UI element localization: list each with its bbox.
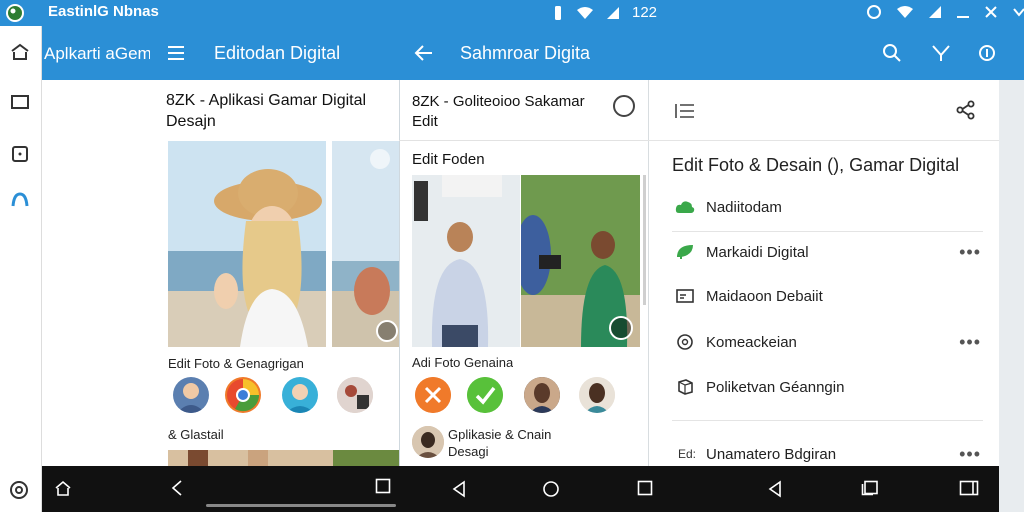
app1-bottom-label: & Glastail [168, 427, 224, 442]
chrome-like-app-icon[interactable] [225, 377, 261, 413]
avatar-5[interactable] [579, 377, 615, 413]
app-logo-icon [6, 4, 24, 22]
nav-back-icon-1[interactable] [170, 479, 184, 497]
drawer-right-edge [999, 80, 1024, 512]
more-options-icon[interactable]: ••• [959, 332, 981, 353]
nav-recents-icon-2[interactable] [637, 480, 653, 496]
drawer-item-label: Nadiitodam [706, 198, 782, 216]
drawer-item[interactable]: Nadiitodam [648, 184, 999, 230]
app2-card-action-icon[interactable] [613, 95, 635, 117]
settings-rail-icon[interactable] [8, 479, 30, 501]
app1-header-title: Editodan Digital [214, 43, 341, 63]
nav-recents-icon-1[interactable] [375, 478, 391, 494]
nav-back-icon-2[interactable] [451, 480, 467, 498]
nav-window-icon[interactable] [861, 480, 879, 496]
status-icons-middle: 122 [552, 4, 657, 21]
status-bar-title: EastinlG Nbnas [48, 3, 159, 20]
leaf-icon [674, 241, 696, 263]
nav-bar [42, 466, 999, 512]
app2-profile-avatar[interactable] [412, 426, 444, 458]
wifi-icon [897, 6, 913, 18]
creative-rail-icon[interactable] [10, 190, 30, 210]
app2-image-action-icon[interactable] [609, 316, 633, 340]
signal-icon [929, 6, 941, 18]
app1-overlay-badge-icon[interactable] [370, 149, 390, 169]
app1-card-title: 8ZK - Aplikasi Gamar Digital Desajn [166, 92, 367, 130]
status-time: 122 [632, 4, 658, 21]
home-rail-icon[interactable] [10, 42, 30, 62]
drawer-separator [672, 420, 983, 421]
app2-section-title: Edit Foden [412, 151, 485, 168]
drawer-item[interactable]: Markaidi Digital ••• [648, 229, 999, 275]
cube-icon [674, 376, 696, 398]
drawer-footer-label: Unamatero Bdgiran [706, 445, 837, 463]
drawer-top-divider [648, 140, 999, 141]
drawer-title: Edit Foto & Desain (), Gamar Digital [672, 155, 960, 175]
app1-bottom-thumbnails[interactable] [168, 450, 399, 466]
app2-divider [399, 140, 648, 141]
dropdown-icon[interactable] [1012, 5, 1024, 19]
drawer-footer-prefix: Ed: [677, 447, 696, 461]
app2-back-icon[interactable] [414, 44, 434, 62]
tablet-rail-icon[interactable] [10, 94, 30, 110]
app1-side-image[interactable] [332, 141, 399, 347]
drawer-list-icon[interactable] [674, 102, 696, 120]
search-icon[interactable] [882, 43, 902, 63]
scissors-app-icon[interactable] [415, 377, 451, 413]
cloud-icon [674, 196, 696, 218]
signal-icon [607, 6, 619, 19]
app2-scrollbar[interactable] [643, 175, 646, 305]
check-app-icon[interactable] [467, 377, 503, 413]
wifi-icon [577, 6, 593, 19]
drawer-item-label: Maidaoon Debaiit [706, 287, 823, 305]
status-icons-right [866, 4, 1024, 20]
avatar-4[interactable] [524, 377, 560, 413]
app2-bottom-label-1: Gplikasie & Cnain [448, 427, 552, 442]
app2-bottom-label-2: Desagi [448, 444, 489, 459]
avatar-3[interactable] [337, 377, 373, 413]
card-icon [674, 285, 696, 307]
app2-section-label: Adi Foto Genaina [412, 355, 514, 370]
app2-card-title: 8ZK - Goliteoioo Sakamar Edit [412, 93, 585, 130]
avatar-1[interactable] [173, 377, 209, 413]
more-options-icon[interactable]: ••• [959, 242, 981, 263]
drawer-share-icon[interactable] [956, 100, 976, 120]
drawer-item-label: Poliketvan Géanngin [706, 378, 845, 396]
app2-header-title: Sahmroar Digita [460, 43, 591, 63]
drawer-item[interactable]: Poliketvan Géanngin [648, 364, 999, 410]
app1-menu-icon[interactable] [166, 44, 186, 62]
rail-title: Aplkarti aGem [44, 44, 150, 63]
avatar-2[interactable] [282, 377, 318, 413]
drawer-item[interactable]: Maidaoon Debaiit [648, 273, 999, 319]
app1-image-action-icon[interactable] [376, 320, 398, 342]
drawer-item-label: Komeackeian [706, 333, 797, 351]
close-icon[interactable] [984, 5, 998, 19]
drawer-item-label: Markaidi Digital [706, 243, 809, 261]
app2-photo-1[interactable] [412, 175, 520, 347]
drawer-item[interactable]: Komeackeian ••• [648, 319, 999, 365]
nav-back-icon-3[interactable] [767, 480, 783, 498]
app1-section-label: Edit Foto & Genagrigan [168, 356, 304, 371]
filter-icon[interactable] [931, 43, 951, 63]
square-rail-icon[interactable] [10, 144, 30, 164]
nav-home-circle-icon[interactable] [542, 480, 560, 498]
vibrate-icon [555, 5, 561, 20]
circle-icon [674, 331, 696, 353]
app1-hero-image[interactable] [168, 141, 326, 347]
rail-blank-area [42, 80, 152, 466]
more-options-icon[interactable]: ••• [959, 444, 981, 465]
nav-home-icon[interactable] [54, 479, 72, 497]
nav-recents-icon-3[interactable] [959, 480, 979, 496]
minimize-icon[interactable] [956, 5, 970, 19]
sync-icon [867, 5, 881, 19]
nav-scroll-indicator [206, 504, 396, 507]
share-icon[interactable] [977, 43, 997, 63]
